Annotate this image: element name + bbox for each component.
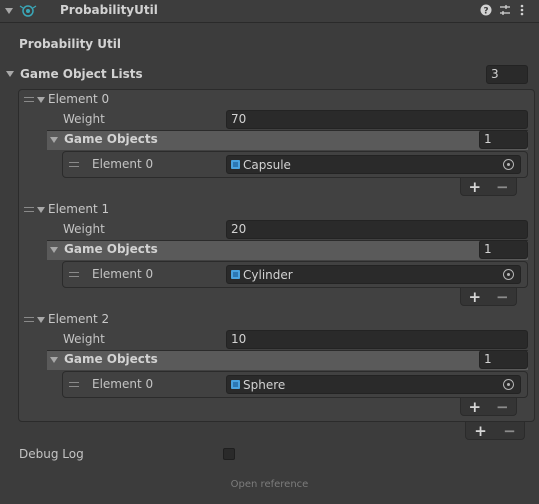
svg-text:?: ? — [483, 7, 488, 17]
object-picker-icon[interactable] — [503, 379, 514, 390]
object-field[interactable]: Cylinder — [226, 265, 521, 284]
add-remove-buttons: + − — [460, 178, 517, 196]
element-foldout-icon[interactable] — [37, 317, 45, 323]
drag-handle-icon[interactable] — [24, 97, 34, 102]
list-foldout-icon[interactable] — [6, 71, 14, 77]
list-add-remove-buttons: + − — [465, 422, 525, 440]
component-header: ProbabilityUtil ? — [0, 0, 539, 23]
add-button[interactable]: + — [466, 399, 484, 415]
game-objects-size-field[interactable]: 1 — [479, 350, 528, 369]
object-field[interactable]: Sphere — [226, 375, 521, 394]
add-button[interactable]: + — [466, 289, 484, 305]
script-icon — [19, 5, 37, 17]
debug-log-checkbox[interactable] — [223, 448, 235, 460]
game-objects-label: Game Objects — [64, 132, 158, 146]
object-field[interactable]: Capsule — [226, 155, 521, 174]
drag-handle-icon[interactable] — [69, 162, 79, 167]
remove-button[interactable]: − — [493, 179, 511, 195]
remove-button[interactable]: − — [493, 289, 511, 305]
object-picker-icon[interactable] — [503, 269, 514, 280]
weight-label: Weight — [63, 222, 105, 236]
add-button[interactable]: + — [466, 179, 484, 195]
prefab-icon — [231, 380, 240, 389]
help-icon[interactable]: ? — [480, 4, 492, 16]
list-label: Game Object Lists — [20, 67, 143, 81]
game-objects-size-field[interactable]: 1 — [479, 130, 528, 149]
prefab-icon — [231, 160, 240, 169]
drag-handle-icon[interactable] — [69, 272, 79, 277]
drag-handle-icon[interactable] — [24, 317, 34, 322]
object-picker-icon[interactable] — [503, 159, 514, 170]
element-label: Element 2 — [48, 312, 110, 326]
weight-label: Weight — [63, 332, 105, 346]
remove-button[interactable]: − — [493, 399, 511, 415]
weight-field[interactable]: 70 — [226, 110, 528, 129]
add-button[interactable]: + — [472, 423, 490, 439]
weight-field[interactable]: 10 — [226, 330, 528, 349]
drag-handle-icon[interactable] — [69, 382, 79, 387]
add-remove-buttons: + − — [460, 398, 517, 416]
element-label: Element 1 — [48, 202, 110, 216]
object-name: Sphere — [243, 378, 286, 392]
game-objects-foldout-icon[interactable] — [50, 357, 58, 363]
foldout-arrow-icon[interactable] — [5, 8, 13, 14]
context-menu-icon[interactable] — [519, 4, 525, 18]
weight-label: Weight — [63, 112, 105, 126]
game-objects-label: Game Objects — [64, 352, 158, 366]
game-objects-foldout-icon[interactable] — [50, 247, 58, 253]
item-label: Element 0 — [92, 377, 154, 391]
remove-button[interactable]: − — [501, 423, 519, 439]
object-name: Capsule — [243, 158, 291, 172]
game-objects-foldout-icon[interactable] — [50, 137, 58, 143]
drag-handle-icon[interactable] — [24, 207, 34, 212]
item-label: Element 0 — [92, 267, 154, 281]
element-foldout-icon[interactable] — [37, 97, 45, 103]
item-label: Element 0 — [92, 157, 154, 171]
game-objects-size-field[interactable]: 1 — [479, 240, 528, 259]
element-foldout-icon[interactable] — [37, 207, 45, 213]
add-remove-buttons: + − — [460, 288, 517, 306]
component-title: ProbabilityUtil — [60, 3, 158, 17]
open-reference-link[interactable]: Open reference — [0, 479, 539, 490]
debug-log-label: Debug Log — [19, 447, 84, 461]
script-label: Probability Util — [19, 37, 122, 51]
preset-icon[interactable] — [499, 4, 511, 16]
weight-field[interactable]: 20 — [226, 220, 528, 239]
object-name: Cylinder — [243, 268, 293, 282]
element-label: Element 0 — [48, 92, 110, 106]
prefab-icon — [231, 270, 240, 279]
list-size-field[interactable]: 3 — [486, 65, 528, 84]
game-objects-label: Game Objects — [64, 242, 158, 256]
